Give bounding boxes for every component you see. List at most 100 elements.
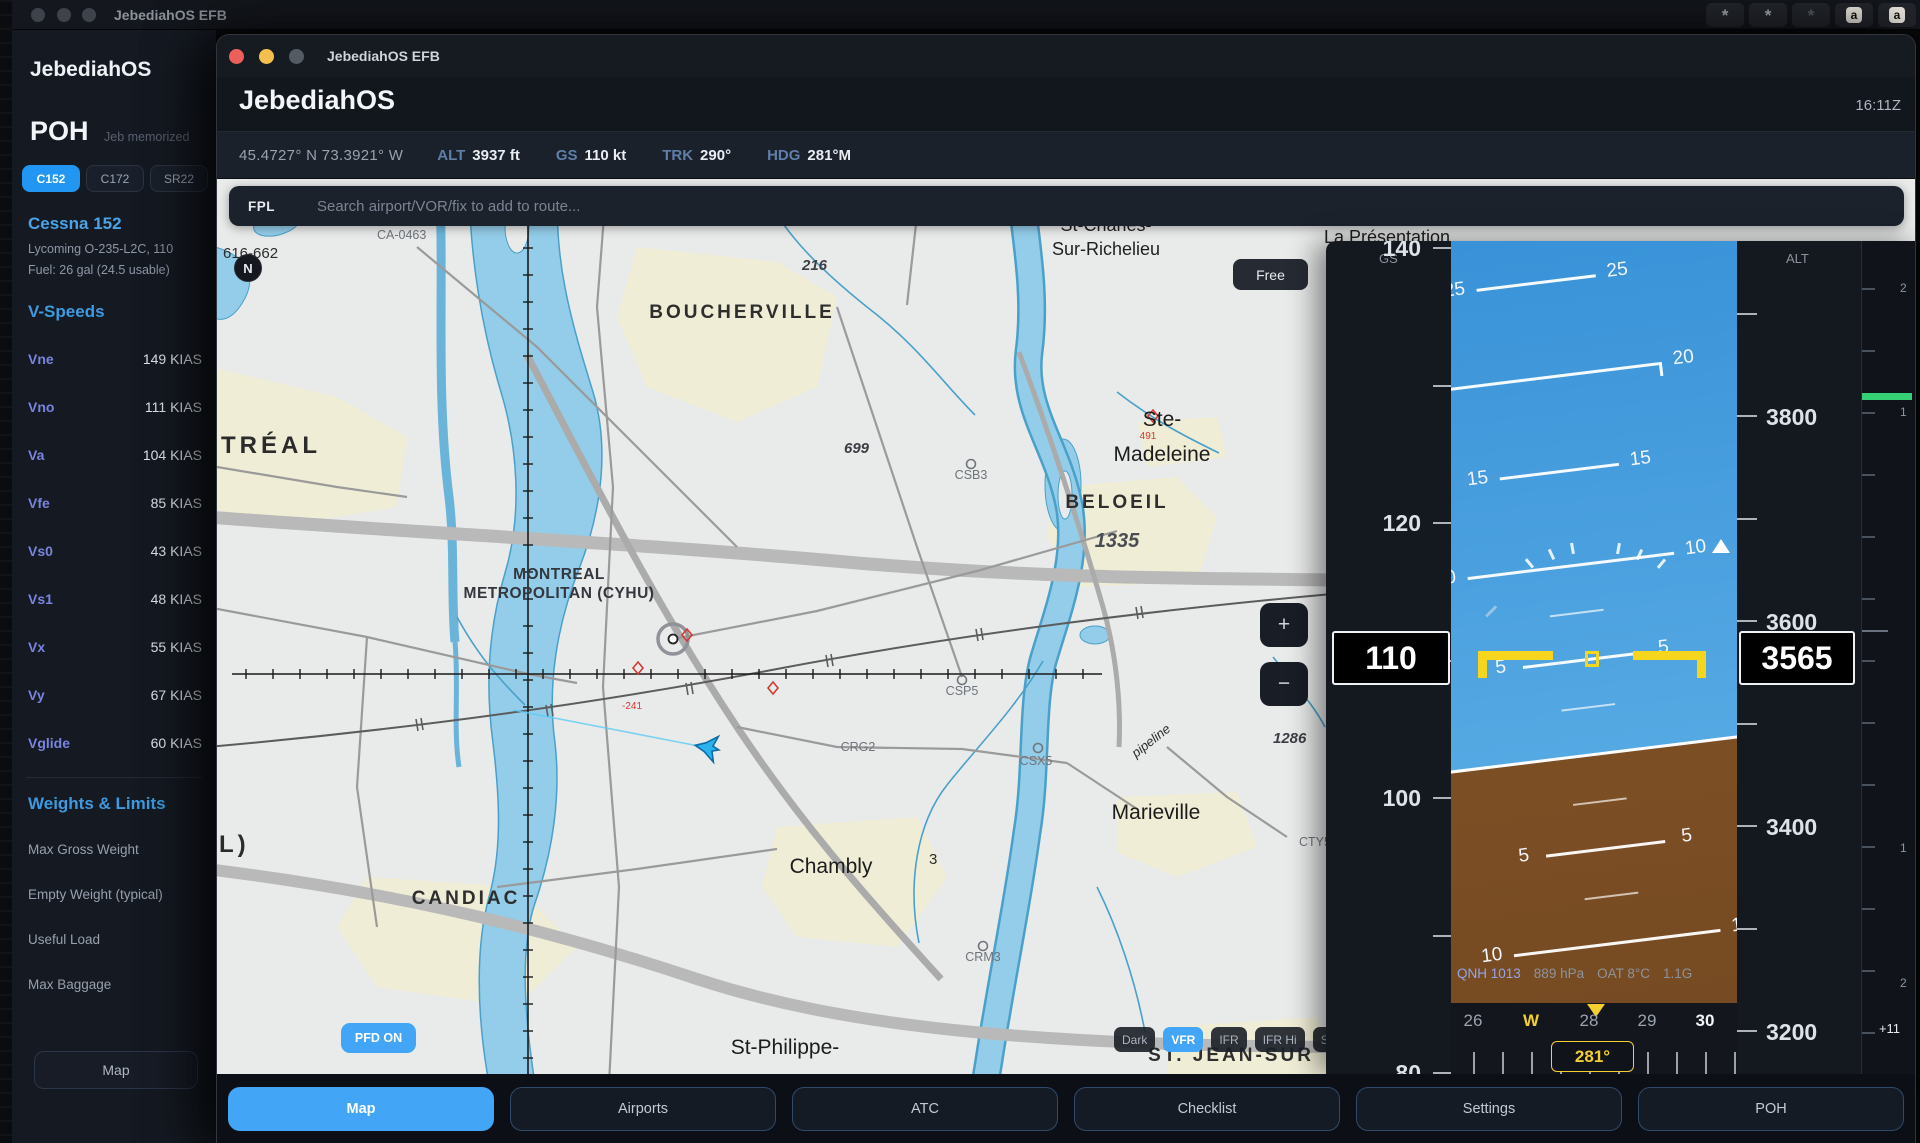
vsi-tick <box>1862 660 1875 662</box>
poh-section-note: Jeb memorized <box>104 130 189 144</box>
map-label: -241 <box>622 701 642 712</box>
speed-tape-tick <box>1433 522 1451 524</box>
heading-tick <box>1676 1052 1678 1074</box>
map-label: CRM3 <box>965 950 1000 964</box>
vspeed-row: Vfe85 KIAS <box>28 495 202 515</box>
heading-tape: 26W282930 281° <box>1451 1003 1737 1074</box>
map-label: CSB3 <box>955 468 988 482</box>
vspeeds-heading: V-Speeds <box>28 302 105 322</box>
vspeed-label: Vx <box>28 639 45 655</box>
vsi-tick <box>1862 598 1875 600</box>
speed-tape-value: 80 <box>1381 1060 1421 1074</box>
screen: JebediahOS EFB ***aa JebediahOS POH Jeb … <box>0 0 1920 1143</box>
tab-settings[interactable]: Settings <box>1356 1087 1622 1131</box>
heading-tape-value: 29 <box>1630 1011 1664 1031</box>
window-minimize-icon[interactable] <box>57 8 71 22</box>
vspeed-label: Va <box>28 447 44 463</box>
vsi-label: 1 <box>1900 405 1907 419</box>
aircraft-tab-c172[interactable]: C172 <box>86 165 144 192</box>
pitch-label: 15 <box>1462 467 1492 492</box>
browser-tab[interactable]: * <box>1749 3 1787 27</box>
map-label: MONTREAL <box>513 566 605 583</box>
map-label: St-Philippe- <box>731 1036 840 1059</box>
status-value: 290° <box>700 147 731 164</box>
map-label: CSP5 <box>946 684 979 698</box>
route-search-input[interactable] <box>317 198 1904 215</box>
vspeed-label: Vy <box>28 687 45 703</box>
map-style-vfr[interactable]: VFR <box>1163 1027 1203 1052</box>
aircraft-symbol-right-bar <box>1633 651 1706 660</box>
close-icon[interactable] <box>229 49 244 64</box>
background-editor-strip <box>0 0 12 1143</box>
north-indicator[interactable]: N <box>234 254 262 282</box>
map-style-ifr[interactable]: IFR <box>1211 1027 1246 1052</box>
status-value: 281°M <box>807 147 851 164</box>
map-label: pipeline <box>1128 721 1173 761</box>
pitch-label: 20 <box>1668 346 1698 371</box>
pitch-label: 10 <box>1680 535 1710 560</box>
tab-atc[interactable]: ATC <box>792 1087 1058 1131</box>
status-item-hdg: HDG281°M <box>767 147 851 164</box>
vspeed-row: Vs148 KIAS <box>28 591 202 611</box>
aircraft-symbol-left-bar <box>1478 651 1553 660</box>
browser-tab[interactable]: a <box>1835 3 1873 27</box>
window-zoom-icon[interactable] <box>82 8 96 22</box>
pfd-toggle-button[interactable]: PFD ON <box>341 1023 416 1053</box>
tab-map[interactable]: Map <box>228 1087 494 1131</box>
qnh-value[interactable]: QNH 1013 <box>1457 966 1521 981</box>
status-item-trk: TRK290° <box>662 147 731 164</box>
browser-tab[interactable]: * <box>1706 3 1744 27</box>
tab-poh[interactable]: POH <box>1638 1087 1904 1131</box>
map-style-dark[interactable]: Dark <box>1114 1027 1155 1052</box>
status-value: 110 kt <box>585 147 627 164</box>
aircraft-tab-c152[interactable]: C152 <box>22 165 80 192</box>
pressure-value: 889 hPa <box>1534 966 1584 981</box>
zoom-in-button[interactable]: + <box>1260 603 1308 647</box>
tab-checklist[interactable]: Checklist <box>1074 1087 1340 1131</box>
status-label: ALT <box>437 147 465 164</box>
map-label: 699 <box>844 440 870 457</box>
map-label: Chambly <box>790 855 873 878</box>
alt-tape-tick <box>1737 825 1757 827</box>
zoom-icon[interactable] <box>289 49 304 64</box>
pitch-label: 10 <box>1727 913 1737 938</box>
heading-tick <box>1502 1052 1504 1074</box>
swirl-tab-icon: * <box>1765 7 1772 24</box>
sidebar-map-button[interactable]: Map <box>34 1051 198 1089</box>
weight-row: Empty Weight (typical) <box>28 887 208 902</box>
aircraft-tab-sr22[interactable]: SR22 <box>150 165 208 192</box>
map-label: Ste- <box>1143 408 1182 431</box>
browser-tab[interactable]: a <box>1878 3 1916 27</box>
vsi-tick <box>1862 846 1875 848</box>
vspeed-label: Vs0 <box>28 543 53 559</box>
attitude-indicator: 252520201515101055551010 <box>1451 241 1737 1003</box>
minimize-icon[interactable] <box>259 49 274 64</box>
vspeed-label: Vne <box>28 351 54 367</box>
vspeed-value: 43 KIAS <box>151 543 202 559</box>
obstacle-icon <box>768 682 778 694</box>
speed-tape-value: 120 <box>1381 510 1421 537</box>
aircraft-engine: Lycoming O-235-L2C, 110 <box>28 242 173 256</box>
speed-tape-tick <box>1433 385 1451 387</box>
zulu-clock: 16:11Z <box>1855 97 1901 114</box>
browser-tab[interactable]: * <box>1792 3 1830 27</box>
status-item-alt: ALT3937 ft <box>437 147 520 164</box>
window-close-icon[interactable] <box>31 8 45 22</box>
aircraft-symbol-center <box>1585 651 1599 667</box>
sky <box>1451 241 1737 803</box>
map-style-ifr-hi[interactable]: IFR Hi <box>1255 1027 1305 1052</box>
vsi-tick <box>1862 536 1875 538</box>
map-label: 491 <box>1140 431 1157 442</box>
heading-tick <box>1473 1052 1475 1074</box>
map-mode-free-button[interactable]: Free <box>1233 259 1308 290</box>
pitch-label: 5 <box>1509 844 1539 869</box>
vsi-readout: +11 <box>1862 1021 1916 1036</box>
speed-tape-value: 100 <box>1381 785 1421 812</box>
vsi-tick <box>1862 722 1875 724</box>
tab-airports[interactable]: Airports <box>510 1087 776 1131</box>
weights-heading: Weights & Limits <box>28 794 166 814</box>
vspeed-row: Va104 KIAS <box>28 447 202 467</box>
window-titlebar[interactable]: JebediahOS EFB <box>217 35 1915 77</box>
map-label: CANDIAC <box>412 888 521 909</box>
zoom-out-button[interactable]: − <box>1260 662 1308 706</box>
